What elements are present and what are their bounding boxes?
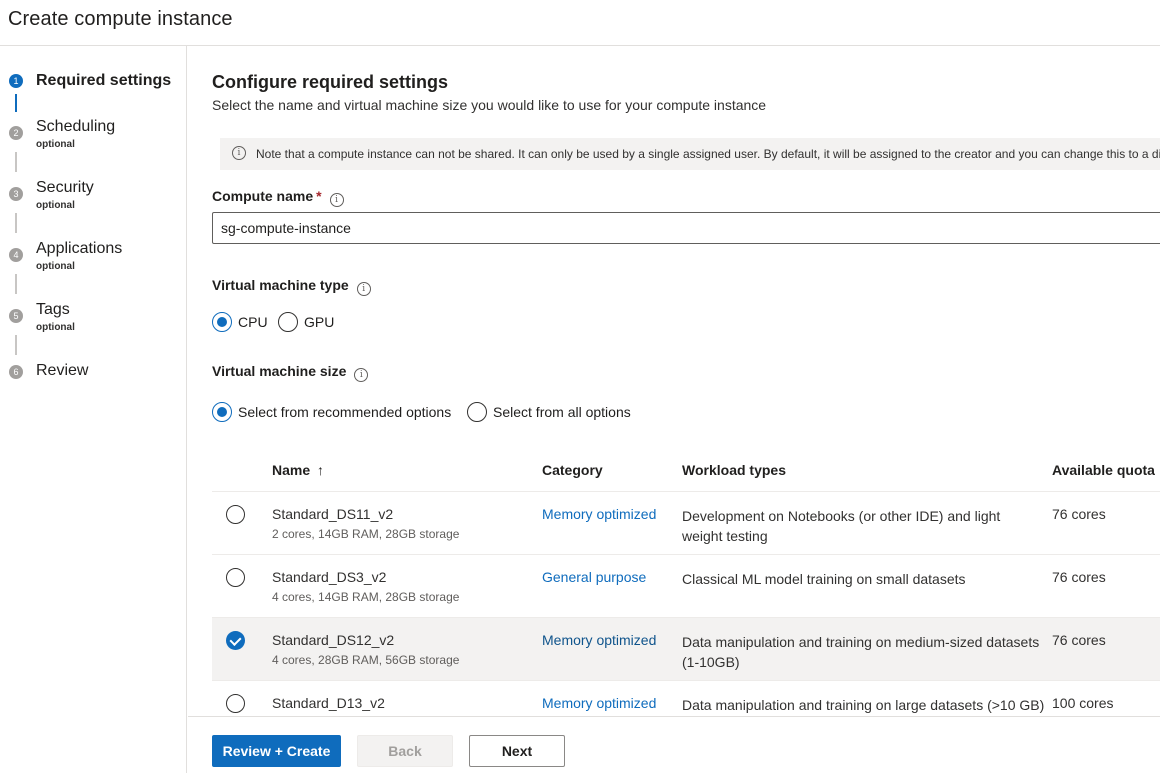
step-label: Security bbox=[36, 179, 94, 196]
vm-type-label: Virtual machine type i bbox=[212, 277, 371, 296]
table-row-selected[interactable]: Standard_DS12_v2 4 cores, 28GB RAM, 56GB… bbox=[212, 618, 1160, 681]
vm-quota: 100 cores bbox=[1052, 695, 1114, 711]
vm-category-link[interactable]: Memory optimized bbox=[542, 506, 656, 522]
step-number-badge: 4 bbox=[9, 248, 23, 262]
step-optional-label: optional bbox=[36, 322, 75, 333]
vm-quota: 76 cores bbox=[1052, 506, 1106, 522]
radio-circle bbox=[212, 402, 232, 422]
vm-workload: Classical ML model training on small dat… bbox=[682, 571, 966, 587]
vm-name: Standard_D13_v2 bbox=[272, 695, 385, 711]
step-number-badge: 6 bbox=[9, 365, 23, 379]
compute-name-label-text: Compute name bbox=[212, 188, 314, 204]
radio-label: CPU bbox=[238, 314, 268, 330]
vm-specs: 4 cores, 14GB RAM, 28GB storage bbox=[272, 590, 460, 604]
vm-category-link[interactable]: Memory optimized bbox=[542, 695, 656, 711]
column-header-quota[interactable]: Available quota bbox=[1052, 462, 1155, 478]
step-optional-label: optional bbox=[36, 261, 75, 272]
step-connector bbox=[15, 213, 17, 233]
main-content: Configure required settings Select the n… bbox=[188, 46, 1160, 716]
step-optional-label: optional bbox=[36, 200, 75, 211]
vm-specs: 4 cores, 28GB RAM, 56GB storage bbox=[272, 653, 460, 667]
page-header: Create compute instance bbox=[0, 0, 1160, 46]
step-tags[interactable]: 5 Tags optional bbox=[0, 301, 187, 337]
info-icon[interactable]: i bbox=[356, 282, 371, 296]
radio-all-options[interactable]: Select from all options bbox=[467, 402, 631, 422]
vm-name: Standard_DS11_v2 bbox=[272, 506, 394, 522]
step-number-badge: 1 bbox=[9, 74, 23, 88]
vm-specs: 2 cores, 14GB RAM, 28GB storage bbox=[272, 527, 460, 541]
vm-size-label: Virtual machine size i bbox=[212, 363, 369, 382]
step-required-settings[interactable]: 1 Required settings bbox=[0, 70, 187, 94]
table-row[interactable]: Standard_DS3_v2 4 cores, 14GB RAM, 28GB … bbox=[212, 555, 1160, 618]
step-connector bbox=[15, 94, 17, 112]
radio-label: Select from all options bbox=[493, 404, 631, 420]
row-checkmark-icon[interactable] bbox=[226, 631, 245, 650]
column-header-category[interactable]: Category bbox=[542, 462, 603, 478]
radio-label: Select from recommended options bbox=[238, 404, 452, 420]
step-applications[interactable]: 4 Applications optional bbox=[0, 240, 187, 276]
vm-quota: 76 cores bbox=[1052, 569, 1106, 585]
radio-circle bbox=[467, 402, 487, 422]
vm-size-table: Name ↑ Category Workload types Available… bbox=[212, 450, 1160, 716]
radio-circle bbox=[212, 312, 232, 332]
step-label: Tags bbox=[36, 301, 70, 318]
info-icon[interactable]: i bbox=[354, 368, 369, 382]
section-title: Configure required settings bbox=[212, 72, 449, 92]
radio-gpu[interactable]: GPU bbox=[278, 312, 334, 332]
info-icon[interactable]: i bbox=[329, 193, 344, 207]
radio-label: GPU bbox=[304, 314, 335, 330]
wizard-steps: 1 Required settings 2 Scheduling optiona… bbox=[0, 46, 187, 773]
row-radio[interactable] bbox=[226, 568, 245, 587]
step-label: Scheduling bbox=[36, 118, 116, 135]
step-optional-label: optional bbox=[36, 139, 75, 150]
section-subtitle: Select the name and virtual machine size… bbox=[212, 97, 767, 113]
step-label: Applications bbox=[36, 240, 123, 257]
vm-quota: 76 cores bbox=[1052, 632, 1106, 648]
radio-circle bbox=[278, 312, 298, 332]
info-message-bar: i Note that a compute instance can not b… bbox=[220, 138, 1160, 170]
page-title: Create compute instance bbox=[8, 8, 233, 30]
step-scheduling[interactable]: 2 Scheduling optional bbox=[0, 118, 187, 154]
column-header-name[interactable]: Name ↑ bbox=[272, 462, 324, 478]
info-message-text: Note that a compute instance can not be … bbox=[256, 147, 1160, 161]
required-asterisk: * bbox=[316, 188, 322, 204]
radio-recommended-options[interactable]: Select from recommended options bbox=[212, 402, 451, 422]
review-create-button[interactable]: Review + Create bbox=[212, 735, 341, 767]
step-number-badge: 3 bbox=[9, 187, 23, 201]
step-connector bbox=[15, 335, 17, 355]
vm-workload: Development on Notebooks (or other IDE) … bbox=[682, 508, 1001, 544]
vm-size-label-text: Virtual machine size bbox=[212, 363, 347, 379]
table-row[interactable]: Standard_D13_v2 Memory optimized Data ma… bbox=[212, 681, 1160, 716]
step-security[interactable]: 3 Security optional bbox=[0, 179, 187, 215]
step-review[interactable]: 6 Review bbox=[0, 362, 187, 386]
column-header-workload[interactable]: Workload types bbox=[682, 462, 786, 478]
info-icon: i bbox=[232, 146, 246, 160]
radio-cpu[interactable]: CPU bbox=[212, 312, 268, 332]
next-button[interactable]: Next bbox=[469, 735, 565, 767]
table-row[interactable]: Standard_DS11_v2 2 cores, 14GB RAM, 28GB… bbox=[212, 492, 1160, 555]
row-radio[interactable] bbox=[226, 694, 245, 713]
step-number-badge: 5 bbox=[9, 309, 23, 323]
step-label: Required settings bbox=[36, 72, 172, 89]
vm-type-label-text: Virtual machine type bbox=[212, 277, 349, 293]
table-header: Name ↑ Category Workload types Available… bbox=[212, 450, 1160, 492]
vm-name: Standard_DS3_v2 bbox=[272, 569, 387, 585]
step-connector bbox=[15, 274, 17, 294]
vm-workload: Data manipulation and training on medium… bbox=[682, 634, 1040, 670]
row-radio[interactable] bbox=[226, 505, 245, 524]
vm-workload: Data manipulation and training on large … bbox=[682, 697, 1045, 713]
vm-category-link[interactable]: Memory optimized bbox=[542, 632, 656, 648]
step-number-badge: 2 bbox=[9, 126, 23, 140]
sort-ascending-icon: ↑ bbox=[317, 462, 325, 478]
vm-name: Standard_DS12_v2 bbox=[272, 632, 395, 648]
wizard-footer: Review + Create Back Next bbox=[188, 716, 1160, 773]
vm-category-link[interactable]: General purpose bbox=[542, 569, 646, 585]
step-connector bbox=[15, 152, 17, 172]
compute-name-input[interactable] bbox=[212, 212, 1160, 244]
compute-name-label: Compute name * i bbox=[212, 188, 344, 207]
step-label: Review bbox=[36, 362, 89, 379]
back-button[interactable]: Back bbox=[357, 735, 453, 767]
